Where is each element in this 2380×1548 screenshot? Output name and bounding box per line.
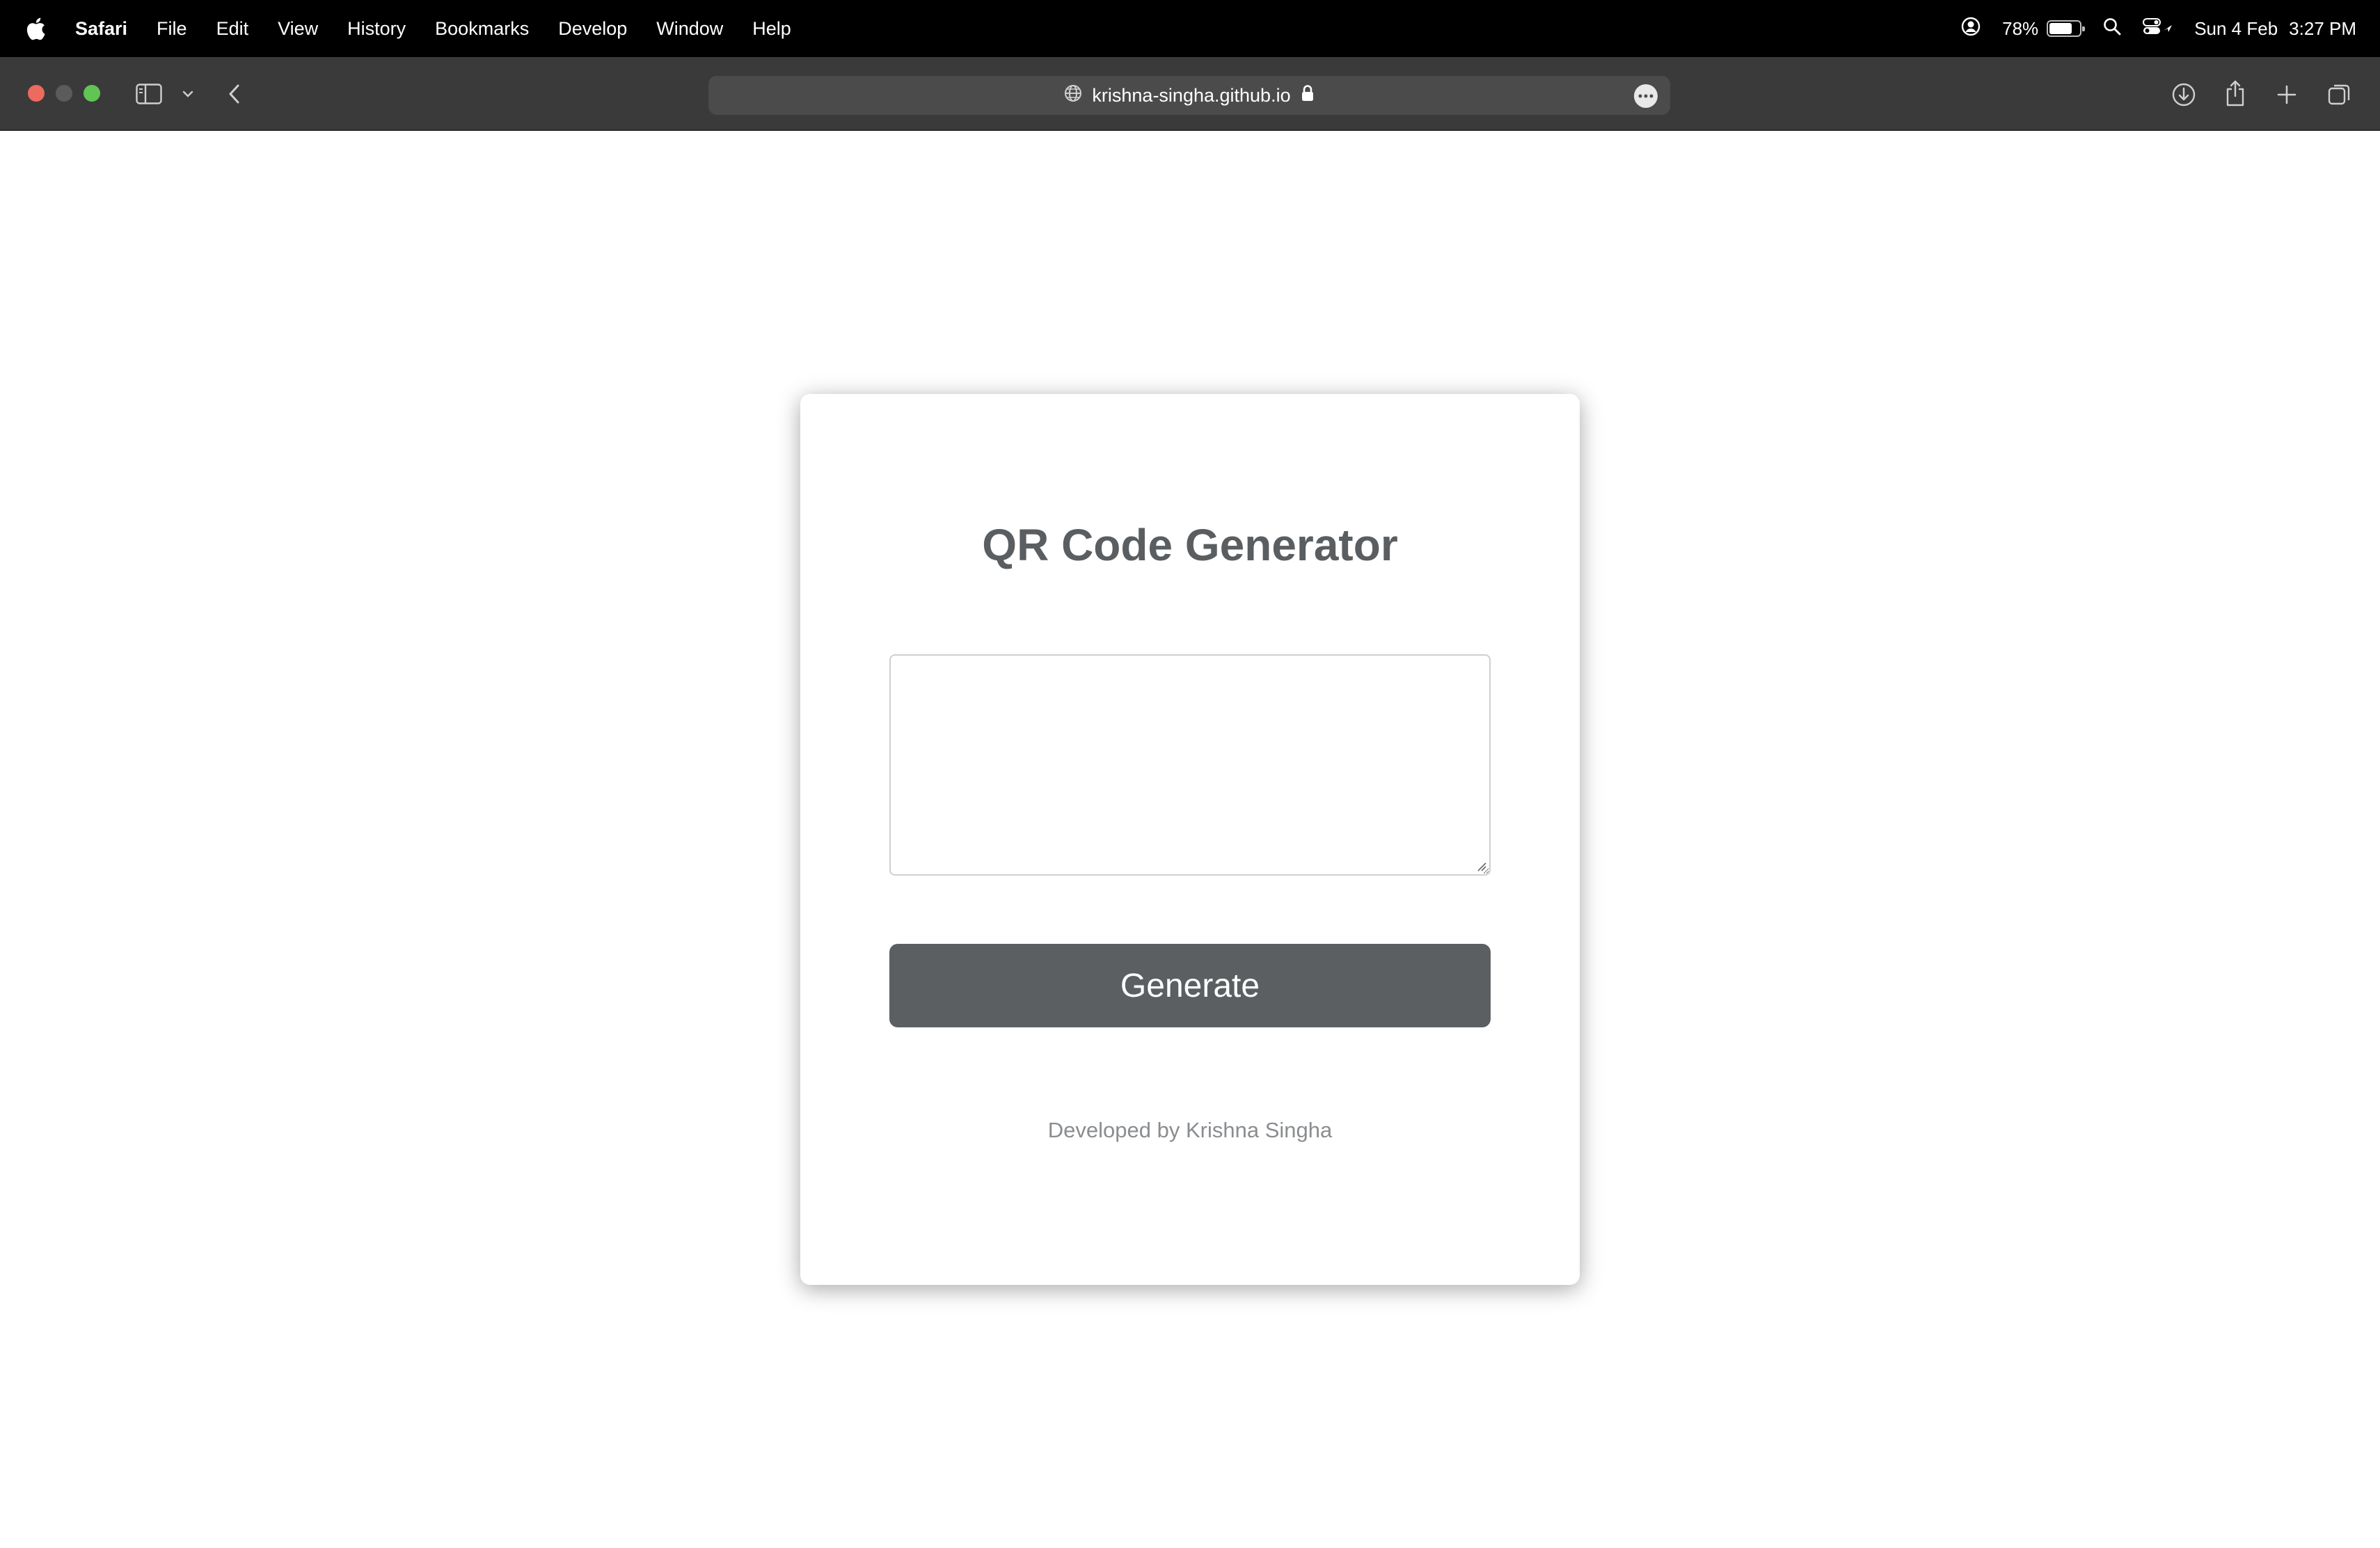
share-icon[interactable] bbox=[2223, 78, 2248, 109]
user-account-icon[interactable] bbox=[1960, 16, 1981, 42]
spotlight-search-icon[interactable] bbox=[2102, 17, 2122, 41]
url-text[interactable]: krishna-singha.github.io bbox=[1092, 85, 1290, 106]
menu-develop[interactable]: Develop bbox=[558, 18, 627, 40]
menu-help[interactable]: Help bbox=[752, 18, 791, 40]
generate-button[interactable]: Generate bbox=[889, 944, 1491, 1027]
browser-toolbar: krishna-singha.github.io bbox=[0, 57, 2380, 131]
new-tab-icon[interactable] bbox=[2274, 82, 2299, 107]
window-controls bbox=[28, 85, 111, 102]
chevron-down-icon[interactable] bbox=[180, 86, 196, 102]
close-window-button[interactable] bbox=[28, 85, 45, 102]
globe-icon bbox=[1064, 84, 1082, 107]
battery-percent: 78% bbox=[2002, 17, 2039, 39]
menu-history[interactable]: History bbox=[347, 18, 406, 40]
lock-icon bbox=[1301, 84, 1315, 107]
tab-overview-icon[interactable] bbox=[2326, 81, 2354, 109]
page-title: QR Code Generator bbox=[982, 520, 1398, 570]
downloads-icon[interactable] bbox=[2170, 81, 2198, 109]
menu-edit[interactable]: Edit bbox=[216, 18, 249, 40]
control-center-icon[interactable] bbox=[2143, 17, 2173, 41]
menu-safari[interactable]: Safari bbox=[75, 18, 127, 40]
status-area: 78% Sun 4 Feb 3:27 PM bbox=[1939, 0, 2356, 57]
developer-credit: Developed by Krishna Singha bbox=[1047, 1118, 1333, 1142]
qr-generator-card: QR Code Generator Generate Developed by … bbox=[800, 394, 1580, 1285]
time-display[interactable]: 3:27 PM bbox=[2289, 18, 2356, 40]
address-bar[interactable]: krishna-singha.github.io bbox=[708, 76, 1670, 115]
minimize-window-button[interactable] bbox=[56, 85, 72, 102]
menu-bookmarks[interactable]: Bookmarks bbox=[435, 18, 529, 40]
zoom-window-button[interactable] bbox=[84, 85, 100, 102]
menu-bar: Safari File Edit View History Bookmarks … bbox=[0, 0, 2380, 57]
resize-handle-icon[interactable] bbox=[1475, 860, 1486, 871]
apple-menu-icon[interactable] bbox=[24, 15, 50, 42]
back-arrow-icon[interactable] bbox=[224, 81, 245, 106]
qr-text-input[interactable] bbox=[889, 654, 1491, 876]
battery-icon[interactable] bbox=[2047, 20, 2086, 37]
sidebar-toggle-icon[interactable] bbox=[135, 81, 163, 106]
battery-fill bbox=[2049, 23, 2072, 34]
web-page: QR Code Generator Generate Developed by … bbox=[0, 131, 2380, 1548]
page-menu-icon[interactable] bbox=[1634, 84, 1658, 108]
menu-file[interactable]: File bbox=[157, 18, 187, 40]
date-display[interactable]: Sun 4 Feb bbox=[2194, 18, 2278, 40]
menu-view[interactable]: View bbox=[278, 18, 318, 40]
menu-window[interactable]: Window bbox=[656, 18, 723, 40]
